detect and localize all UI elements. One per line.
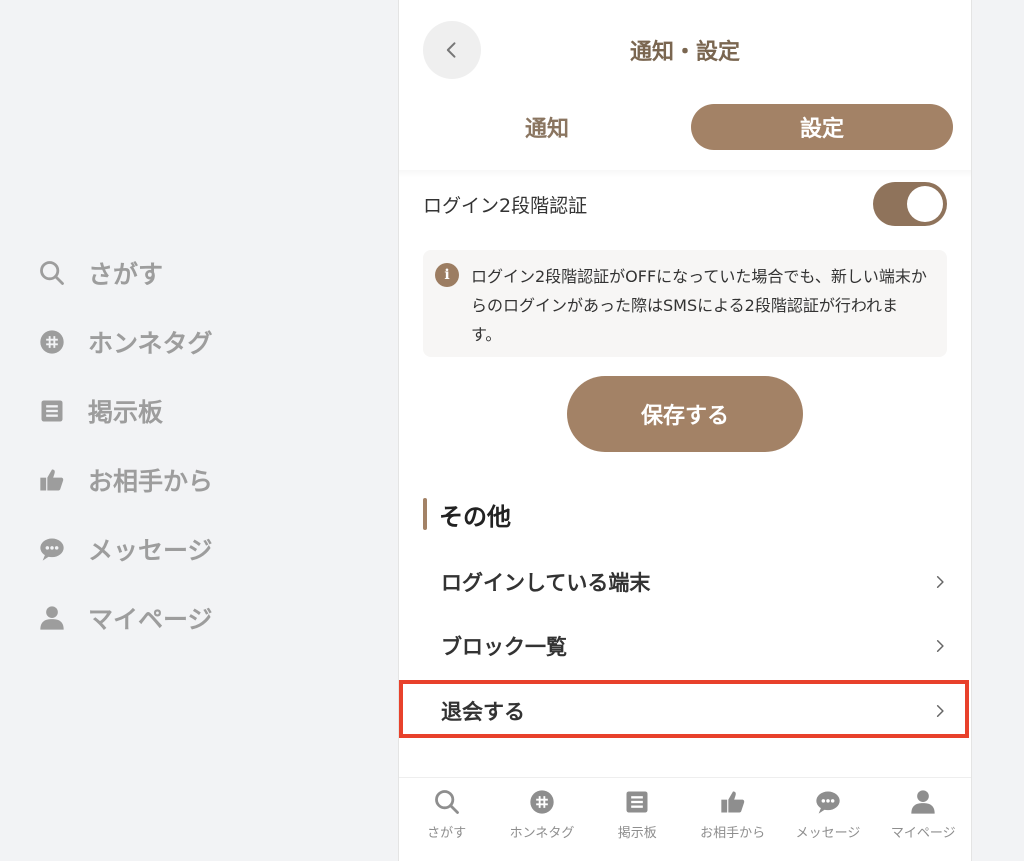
- tabbar-label: お相手から: [700, 826, 766, 841]
- tag-icon: [530, 790, 554, 814]
- tab-bar-top: 通知 設定: [399, 100, 971, 170]
- sidebar-nav: さがす ホンネタグ 掲示板 お相手から メッセージ マイページ: [38, 238, 213, 652]
- section-heading-text: その他: [439, 502, 511, 531]
- tabbar-item-mypage[interactable]: マイページ: [879, 788, 967, 861]
- settings-panel: 通知・設定 通知 設定 ログイン2段階認証 i ログイン2段階認証がOFFになっ…: [398, 0, 972, 861]
- tabbar-item-search[interactable]: さがす: [403, 788, 491, 861]
- menu-item-logged-in-devices[interactable]: ログインしている端末: [441, 551, 947, 613]
- search-icon: [434, 790, 459, 814]
- tabbar-item-likes[interactable]: お相手から: [689, 788, 777, 861]
- sidebar-item-label: 掲示板: [88, 397, 164, 427]
- tabbar-label: メッセージ: [795, 826, 861, 841]
- sidebar-item-search[interactable]: さがす: [38, 238, 213, 307]
- thumbs-up-icon: [720, 791, 744, 813]
- tabbar-label: マイページ: [890, 826, 956, 841]
- person-icon: [911, 790, 935, 814]
- chevron-right-icon: [936, 575, 944, 589]
- tabbar-label: ホンネタグ: [509, 826, 575, 841]
- sidebar-item-label: ホンネタグ: [88, 328, 213, 358]
- sidebar-item-label: メッセージ: [88, 535, 213, 565]
- sidebar-item-mypage[interactable]: マイページ: [38, 583, 213, 652]
- save-button[interactable]: 保存する: [567, 376, 803, 452]
- highlight-box: [399, 680, 969, 738]
- sidebar-item-label: お相手から: [88, 466, 214, 496]
- chat-icon: [38, 535, 66, 563]
- chat-icon: [816, 791, 840, 814]
- tab-notify[interactable]: 通知: [447, 104, 647, 150]
- two-factor-toggle[interactable]: [873, 182, 947, 226]
- tab-settings[interactable]: 設定: [691, 104, 953, 150]
- board-icon: [626, 791, 648, 813]
- menu-item-label: ログインしている端末: [441, 571, 651, 595]
- page-title: 通知・設定: [629, 40, 740, 65]
- tabbar-item-board[interactable]: 掲示板: [593, 788, 681, 861]
- toggle-knob: [907, 186, 943, 222]
- notice-text: ログイン2段階認証がOFFになっていた場合でも、新しい端末からのログインがあった…: [471, 267, 927, 344]
- menu-item-block-list[interactable]: ブロック一覧: [441, 615, 947, 677]
- two-factor-row: ログイン2段階認証: [423, 180, 947, 228]
- divider: [399, 170, 971, 178]
- board-icon: [38, 397, 66, 425]
- info-notice: i ログイン2段階認証がOFFになっていた場合でも、新しい端末からのログインがあ…: [423, 250, 947, 357]
- sidebar-item-tags[interactable]: ホンネタグ: [38, 307, 213, 376]
- sidebar-item-likes[interactable]: お相手から: [38, 445, 213, 514]
- info-icon: i: [435, 263, 459, 287]
- search-icon: [38, 259, 66, 287]
- tabbar-item-messages[interactable]: メッセージ: [784, 788, 872, 861]
- bottom-tab-bar: さがす ホンネタグ 掲示板 お相手から メッセージ マイページ: [399, 777, 971, 861]
- tabbar-label: 掲示板: [617, 826, 657, 841]
- person-icon: [38, 604, 66, 632]
- chevron-right-icon: [936, 639, 944, 653]
- tabbar-label: さがす: [427, 826, 467, 841]
- sidebar-item-label: マイページ: [88, 604, 213, 634]
- tabbar-item-tags[interactable]: ホンネタグ: [498, 788, 586, 861]
- thumbs-up-icon: [38, 466, 66, 494]
- two-factor-label: ログイン2段階認証: [423, 194, 588, 217]
- sidebar-item-messages[interactable]: メッセージ: [38, 514, 213, 583]
- menu-item-label: ブロック一覧: [441, 635, 567, 659]
- tag-icon: [38, 328, 66, 356]
- section-heading: その他: [423, 498, 511, 531]
- sidebar-item-label: さがす: [88, 259, 164, 289]
- section-accent-bar: [423, 498, 427, 530]
- header: 通知・設定: [399, 0, 971, 100]
- sidebar-item-board[interactable]: 掲示板: [38, 376, 213, 445]
